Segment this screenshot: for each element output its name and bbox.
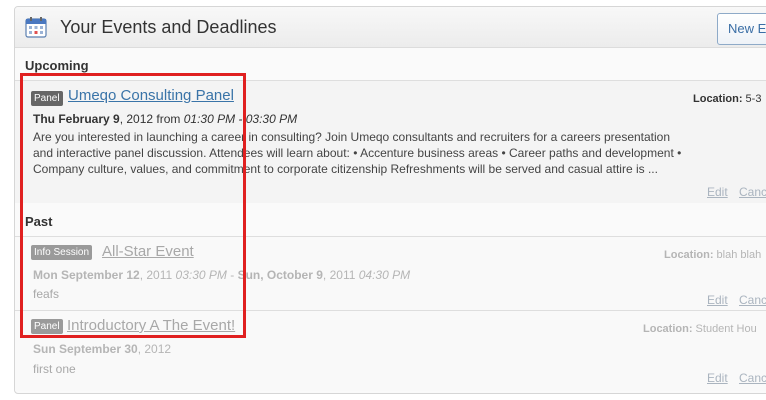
event-date: Sun September 30, 2012: [33, 342, 172, 356]
event-location: Location: 5-3: [693, 93, 762, 105]
event-type-badge: Info Session: [31, 245, 93, 260]
event-title-link[interactable]: Umeqo Consulting Panel: [68, 87, 234, 104]
event-item-upcoming: Panel Umeqo Consulting Panel Thu Februar…: [15, 80, 766, 203]
edit-link[interactable]: Edit: [707, 293, 728, 307]
edit-link[interactable]: Edit: [707, 185, 728, 199]
page-title: Your Events and Deadlines: [60, 17, 277, 37]
event-description: feafs: [33, 287, 60, 301]
events-panel: Your Events and Deadlines New Ev Upcomin…: [14, 6, 766, 394]
calendar-icon: [25, 17, 47, 38]
event-location: Location: Student Hou: [643, 323, 757, 335]
cancel-link[interactable]: Canc: [739, 293, 766, 307]
section-past-label: Past: [25, 214, 53, 229]
panel-header: Your Events and Deadlines New Ev: [15, 7, 766, 48]
event-title-link[interactable]: All-Star Event: [102, 243, 194, 260]
event-item-past: Info Session All-Star Event Mon Septembe…: [15, 236, 766, 311]
event-item-past: Panel Introductory A The Event! Sun Sept…: [15, 310, 766, 391]
event-type-badge: Panel: [31, 319, 63, 334]
new-event-button[interactable]: New Ev: [717, 13, 766, 45]
event-description: Are you interested in launching a career…: [33, 130, 682, 176]
cancel-link[interactable]: Canc: [739, 371, 766, 385]
edit-link[interactable]: Edit: [707, 371, 728, 385]
event-type-badge: Panel: [31, 91, 63, 106]
event-description: first one: [33, 362, 76, 376]
event-title-link[interactable]: Introductory A The Event!: [67, 317, 235, 334]
event-location: Location: blah blah: [664, 249, 762, 261]
cancel-link[interactable]: Canc: [739, 185, 766, 199]
event-date: Mon September 12, 2011 03:30 PM - Sun, O…: [33, 268, 411, 282]
event-date: Thu February 9, 2012 from 01:30 PM - 03:…: [33, 112, 298, 126]
section-upcoming-label: Upcoming: [25, 58, 89, 73]
